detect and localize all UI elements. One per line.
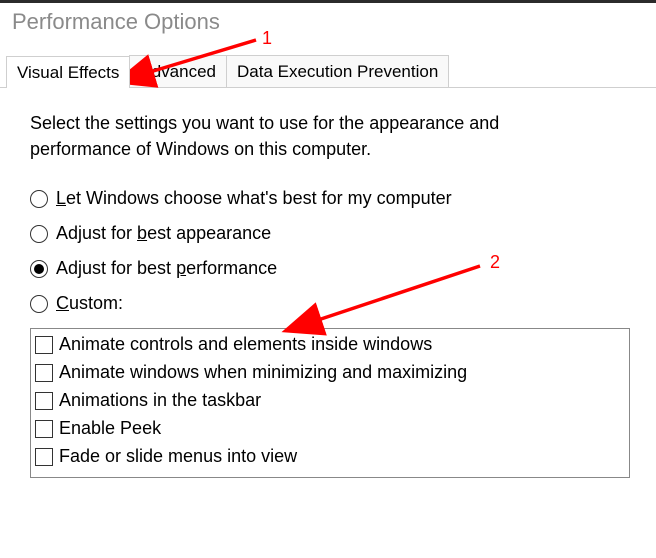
intro-text: Select the settings you want to use for … (30, 110, 590, 162)
list-item[interactable]: Fade or slide menus into view (35, 443, 625, 471)
tab-advanced[interactable]: Advanced (129, 55, 227, 87)
radio-label: Adjust for best performance (56, 258, 277, 279)
radio-best-performance[interactable]: Adjust for best performance (30, 258, 628, 279)
radio-icon (30, 260, 48, 278)
radio-icon (30, 190, 48, 208)
radio-label: Adjust for best appearance (56, 223, 271, 244)
radio-label: Custom: (56, 293, 123, 314)
tab-content: Select the settings you want to use for … (0, 88, 656, 478)
tab-label: Advanced (140, 62, 216, 81)
checkbox-icon[interactable] (35, 364, 53, 382)
checkbox-icon[interactable] (35, 420, 53, 438)
list-item[interactable]: Animate windows when minimizing and maxi… (35, 359, 625, 387)
list-item-label: Animate windows when minimizing and maxi… (59, 359, 467, 387)
radio-let-windows-choose[interactable]: Let Windows choose what's best for my co… (30, 188, 628, 209)
tab-strip: Visual Effects Advanced Data Execution P… (0, 55, 656, 88)
list-item-label: Animate controls and elements inside win… (59, 331, 432, 359)
radio-custom[interactable]: Custom: (30, 293, 628, 314)
list-item[interactable]: Animate controls and elements inside win… (35, 331, 625, 359)
list-item-label: Fade or slide menus into view (59, 443, 297, 471)
radio-label: Let Windows choose what's best for my co… (56, 188, 452, 209)
tab-label: Data Execution Prevention (237, 62, 438, 81)
annotation-label-2: 2 (490, 252, 500, 273)
annotation-label-1: 1 (262, 28, 272, 49)
radio-icon (30, 225, 48, 243)
checkbox-icon[interactable] (35, 392, 53, 410)
checkbox-icon[interactable] (35, 448, 53, 466)
radio-icon (30, 295, 48, 313)
radio-dot-icon (34, 264, 44, 274)
radio-best-appearance[interactable]: Adjust for best appearance (30, 223, 628, 244)
list-item[interactable]: Animations in the taskbar (35, 387, 625, 415)
list-item[interactable]: Enable Peek (35, 415, 625, 443)
effects-listbox[interactable]: Animate controls and elements inside win… (30, 328, 630, 478)
tab-label: Visual Effects (17, 63, 119, 82)
list-item-label: Enable Peek (59, 415, 161, 443)
tab-dep[interactable]: Data Execution Prevention (226, 55, 449, 87)
window-title: Performance Options (0, 3, 656, 47)
tab-visual-effects[interactable]: Visual Effects (6, 56, 130, 88)
list-item-label: Animations in the taskbar (59, 387, 261, 415)
checkbox-icon[interactable] (35, 336, 53, 354)
